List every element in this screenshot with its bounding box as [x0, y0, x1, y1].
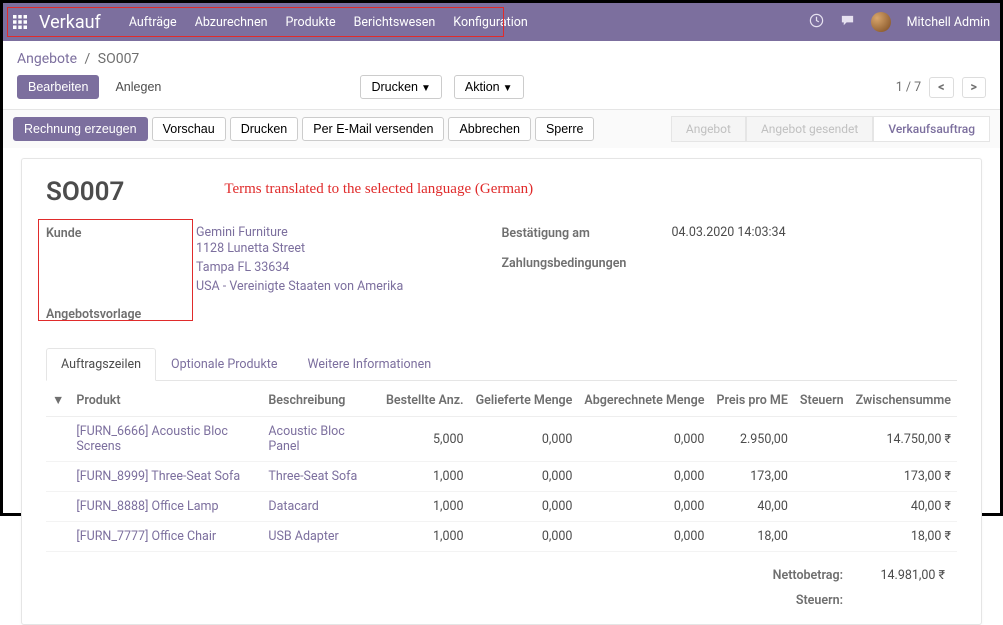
line-delivered: 0,000: [470, 492, 579, 522]
col-delivered[interactable]: Gelieferte Menge: [470, 385, 579, 417]
top-navbar: Verkauf Aufträge Abzurechnen Produkte Be…: [3, 3, 1000, 41]
tab-more-info[interactable]: Weitere Informationen: [293, 348, 447, 380]
breadcrumb-current: SO007: [98, 51, 140, 67]
line-subtotal: 18,00 ₹: [850, 522, 957, 552]
nav-menu: Aufträge Abzurechnen Produkte Berichtswe…: [129, 15, 528, 30]
nav-reports[interactable]: Berichtswesen: [354, 15, 436, 30]
breadcrumb: Angebote / SO007: [3, 41, 1000, 69]
send-email-button[interactable]: Per E-Mail versenden: [302, 117, 444, 141]
action-dropdown[interactable]: Aktion▼: [454, 75, 524, 99]
caret-down-icon[interactable]: ▼: [46, 385, 70, 417]
line-delivered: 0,000: [470, 417, 579, 462]
line-ordered: 1,000: [380, 462, 470, 492]
line-price: 40,00: [710, 492, 793, 522]
nav-config[interactable]: Konfiguration: [453, 15, 528, 30]
form-sheet: SO007 Terms translated to the selected l…: [21, 158, 982, 625]
record-title: SO007: [46, 177, 124, 207]
stage-sales-order[interactable]: Verkaufsauftrag: [873, 116, 990, 142]
customer-country: USA - Vereinigte Staaten von Amerika: [196, 279, 403, 294]
nav-invoice[interactable]: Abzurechnen: [195, 15, 268, 30]
customer-street: 1128 Lunetta Street: [196, 241, 305, 256]
line-delivered: 0,000: [470, 462, 579, 492]
status-bar: Rechnung erzeugen Vorschau Drucken Per E…: [3, 109, 1000, 148]
breadcrumb-parent[interactable]: Angebote: [17, 51, 77, 67]
line-product[interactable]: [FURN_6666] Acoustic Bloc Screens: [76, 424, 228, 454]
line-invoiced: 0,000: [578, 492, 710, 522]
toolbar: Bearbeiten Anlegen Drucken▼ Aktion▼ 1 / …: [3, 69, 1000, 109]
net-value: 14.981,00 ₹: [855, 564, 955, 587]
print-dropdown[interactable]: Drucken▼: [360, 75, 441, 99]
line-product[interactable]: [FURN_8999] Three-Seat Sofa: [76, 469, 240, 484]
nav-orders[interactable]: Aufträge: [129, 15, 177, 30]
col-description[interactable]: Beschreibung: [262, 385, 380, 417]
line-subtotal: 40,00 ₹: [850, 492, 957, 522]
pager-next[interactable]: >: [962, 77, 986, 98]
lock-button[interactable]: Sperre: [535, 117, 595, 141]
print-button[interactable]: Drucken: [230, 117, 299, 141]
stage-quote-sent[interactable]: Angebot gesendet: [746, 116, 873, 142]
table-row[interactable]: [FURN_8999] Three-Seat Sofa Three-Seat So…: [46, 462, 957, 492]
app-brand[interactable]: Verkauf: [39, 12, 101, 33]
create-button[interactable]: Anlegen: [105, 76, 171, 98]
line-subtotal: 173,00 ₹: [850, 462, 957, 492]
line-ordered: 1,000: [380, 522, 470, 552]
line-invoiced: 0,000: [578, 522, 710, 552]
line-product[interactable]: [FURN_8888] Office Lamp: [76, 499, 218, 514]
order-lines-table: ▼ Produkt Beschreibung Bestellte Anz. Ge…: [46, 385, 957, 552]
label-template: Angebotsvorlage: [46, 306, 196, 322]
line-invoiced: 0,000: [578, 462, 710, 492]
line-desc[interactable]: Acoustic Bloc Panel: [268, 424, 344, 454]
table-row[interactable]: [FURN_8888] Office LampDatacard1,0000,00…: [46, 492, 957, 522]
line-desc[interactable]: Three-Seat Sofa: [268, 469, 357, 484]
line-delivered: 0,000: [470, 522, 579, 552]
customer-name[interactable]: Gemini Furniture: [196, 225, 288, 240]
line-price: 18,00: [710, 522, 793, 552]
net-label: Nettobetrag:: [763, 564, 853, 587]
tab-order-lines[interactable]: Auftragszeilen: [46, 348, 156, 381]
cancel-button[interactable]: Abbrechen: [448, 117, 530, 141]
line-subtotal: 14.750,00 ₹: [850, 417, 957, 462]
line-ordered: 5,000: [380, 417, 470, 462]
label-payment-terms: Zahlungsbedingungen: [502, 255, 672, 271]
tab-optional-products[interactable]: Optionale Produkte: [156, 348, 292, 380]
confirm-date-value: 04.03.2020 14:03:34: [672, 225, 786, 241]
pager-prev[interactable]: <: [929, 77, 953, 98]
line-price: 2.950,00: [710, 417, 793, 462]
line-ordered: 1,000: [380, 492, 470, 522]
line-desc[interactable]: Datacard: [268, 499, 318, 514]
table-row[interactable]: [FURN_7777] Office Chair USB Adapter 1,000…: [46, 522, 957, 552]
edit-button[interactable]: Bearbeiten: [17, 75, 99, 99]
label-confirm-date: Bestätigung am: [502, 225, 672, 241]
col-unitprice[interactable]: Preis pro ME: [710, 385, 793, 417]
preview-button[interactable]: Vorschau: [152, 117, 226, 141]
totals: Nettobetrag: 14.981,00 ₹ Steuern:: [46, 562, 957, 614]
chat-icon[interactable]: [840, 13, 855, 32]
create-invoice-button[interactable]: Rechnung erzeugen: [13, 117, 148, 141]
col-subtotal[interactable]: Zwischensumme: [850, 385, 957, 417]
user-name[interactable]: Mitchell Admin: [907, 15, 990, 30]
col-product[interactable]: Produkt: [70, 385, 262, 417]
col-taxes[interactable]: Steuern: [794, 385, 850, 417]
customer-city: Tampa FL 33634: [196, 260, 289, 275]
col-ordered[interactable]: Bestellte Anz.: [380, 385, 470, 417]
avatar[interactable]: [871, 12, 891, 32]
label-customer: Kunde: [46, 225, 196, 296]
tax-label: Steuern:: [763, 589, 853, 612]
nav-products[interactable]: Produkte: [285, 15, 335, 30]
col-invoiced[interactable]: Abgerechnete Menge: [578, 385, 710, 417]
stage-quote[interactable]: Angebot: [671, 116, 746, 142]
line-invoiced: 0,000: [578, 417, 710, 462]
table-row[interactable]: [FURN_6666] Acoustic Bloc Screens Acousti…: [46, 417, 957, 462]
clock-icon[interactable]: [809, 13, 824, 32]
pager-text: 1 / 7: [896, 80, 921, 95]
annotation-text: Terms translated to the selected languag…: [224, 181, 533, 198]
line-desc[interactable]: USB Adapter: [268, 529, 338, 544]
apps-icon[interactable]: [13, 15, 27, 29]
line-price: 173,00: [710, 462, 793, 492]
tabs: Auftragszeilen Optionale Produkte Weiter…: [46, 348, 957, 381]
line-product[interactable]: [FURN_7777] Office Chair: [76, 529, 216, 544]
